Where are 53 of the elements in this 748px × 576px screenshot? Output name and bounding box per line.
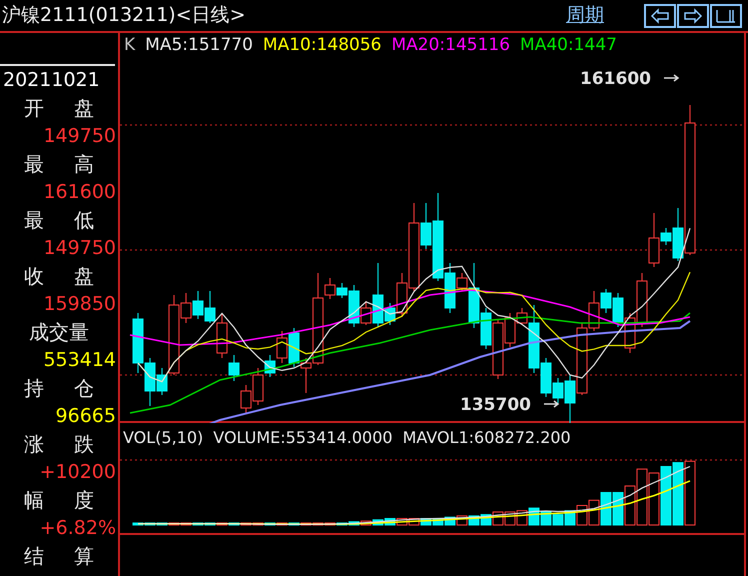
arrow-icon (544, 400, 560, 408)
info-value: 149750 (42, 236, 117, 261)
left-arrow-icon (648, 6, 672, 24)
ma-legend-label: MA20:145116 (391, 34, 510, 58)
info-label: 收 盘 (22, 263, 96, 290)
info-label: 开 盘 (22, 95, 96, 122)
info-label: 持 仓 (22, 375, 96, 402)
volume-legend-label: MAVOL1:608272.200 (402, 427, 571, 449)
volume-bar (636, 468, 648, 526)
high-price-marker: 161600 (580, 68, 651, 91)
split-panel-button[interactable] (710, 4, 742, 28)
volume-bar (624, 486, 636, 526)
candlestick (132, 312, 144, 374)
info-label: 结 算 (22, 543, 96, 570)
candlestick (612, 292, 624, 328)
info-value: 161600 (42, 180, 117, 205)
info-label: 幅 度 (22, 487, 96, 514)
volume-legend-label: VOL(5,10) (123, 427, 204, 449)
info-value: +6.82% (38, 516, 117, 541)
candlestick (636, 272, 648, 328)
arrow-icon (664, 74, 680, 82)
info-label: 最 低 (22, 207, 96, 234)
volume-bar (612, 492, 624, 526)
ma-legend-label: K (124, 34, 136, 58)
ma-legend-label: MA5:151770 (145, 34, 253, 58)
info-value: 96665 (54, 404, 117, 429)
info-value: 149750 (42, 124, 117, 149)
info-value: +10200 (38, 460, 117, 485)
candlestick (288, 328, 300, 368)
volume-bar (660, 466, 672, 526)
info-label: 最 高 (22, 151, 96, 178)
volume-bar (648, 472, 660, 526)
ma-legend-label: MA10:148056 (262, 34, 382, 58)
volume-bar (588, 500, 600, 526)
date-label: 20211021 (2, 68, 101, 93)
info-label: 涨 跌 (22, 431, 96, 458)
candlestick (240, 384, 252, 414)
candlestick (192, 290, 204, 320)
info-value: 159850 (42, 292, 117, 317)
ma-legend-label: MA40:1447 (520, 34, 617, 58)
volume-bar (672, 462, 684, 526)
period-link[interactable]: 周期 (566, 1, 604, 30)
volume-bar (684, 460, 696, 526)
low-price-marker: 135700 (460, 394, 531, 417)
volume-legend-label: VOLUME:553414.0000 (213, 427, 393, 449)
info-value: 553414 (42, 348, 117, 373)
candlestick (204, 290, 216, 324)
info-label: 成交量 (28, 319, 90, 346)
window-title: 沪镍2111(013211)<日线> (2, 3, 246, 28)
right-arrow-button[interactable] (677, 4, 709, 28)
volume-bar (600, 492, 612, 526)
left-arrow-button[interactable] (644, 4, 676, 28)
volume-bar (552, 514, 564, 526)
